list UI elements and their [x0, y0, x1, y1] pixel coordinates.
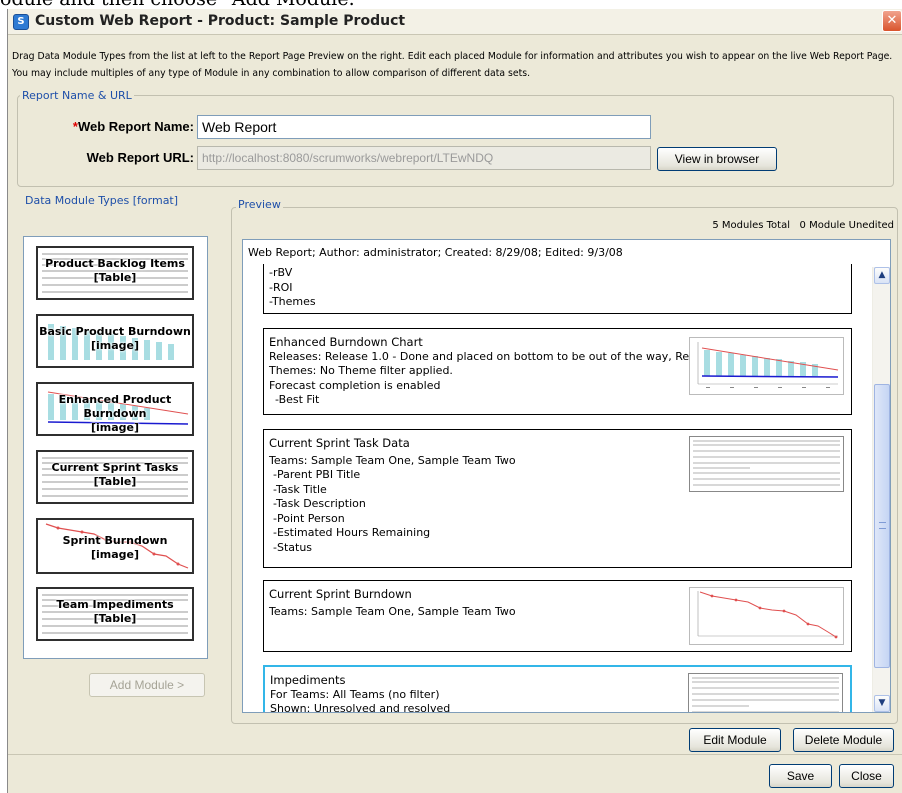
module-card-text: Current Sprint Burndown Teams: Sample Te… [269, 587, 516, 618]
module-card-text: Impediments For Teams: All Teams (no fil… [270, 673, 451, 713]
module-type-label: Sprint Burndown [image] [62, 534, 168, 561]
task-table-thumbnail [689, 436, 844, 492]
module-type-basic-product-burndown[interactable]: Basic Product Burndown [image] [36, 314, 194, 368]
chart-thumbnail-icon [697, 591, 838, 639]
close-button[interactable]: Close [839, 764, 894, 788]
sprint-burndown-thumbnail [689, 587, 844, 645]
web-report-url-label: Web Report URL: [86, 150, 194, 165]
view-in-browser-button[interactable]: View in browser [657, 147, 777, 171]
data-module-types-label: Data Module Types [format] [25, 194, 179, 207]
custom-web-report-dialog: S Custom Web Report - Product: Sample Pr… [7, 9, 902, 793]
module-type-label: Basic Product Burndown [image] [39, 325, 191, 352]
enhanced-burndown-thumbnail [689, 337, 844, 395]
web-report-name-label: *Web Report Name: [72, 119, 194, 134]
impediments-table-thumbnail [688, 673, 843, 712]
module-type-product-backlog-items[interactable]: Product Backlog Items [Table] [36, 246, 194, 300]
grip-icon [879, 522, 886, 529]
delete-module-button[interactable]: Delete Module [793, 728, 894, 752]
module-card-impediments[interactable]: Impediments For Teams: All Teams (no fil… [263, 665, 852, 713]
module-type-label: Team Impediments [Table] [56, 598, 174, 625]
module-type-current-sprint-tasks[interactable]: Current Sprint Tasks [Table] [36, 450, 194, 504]
report-name-url-label: Report Name & URL [20, 89, 134, 102]
module-card-text: Current Sprint Task Data Teams: Sample T… [269, 436, 516, 554]
web-report-url-field: http://localhost:8080/scrumworks/webrepo… [197, 146, 651, 170]
document-text-fragment: odule and then choose "Add Module." [0, 0, 902, 10]
title-bar: S Custom Web Report - Product: Sample Pr… [8, 9, 902, 35]
module-type-sprint-burndown[interactable]: Sprint Burndown [image] [36, 518, 194, 574]
add-module-button[interactable]: Add Module > [89, 673, 205, 697]
module-type-list: Product Backlog Items [Table] Basic Produ… [23, 236, 208, 659]
preview-label: Preview [236, 198, 283, 211]
module-card-rbv-roi-themes[interactable]: -rBV -ROI -Themes [263, 264, 852, 314]
module-card-text: -rBV -ROI -Themes [269, 266, 316, 308]
module-card-text: Enhanced Burndown Chart Releases: Releas… [269, 335, 729, 406]
app-icon: S [13, 14, 29, 30]
web-report-name-input[interactable]: Web Report [197, 115, 651, 139]
module-card-enhanced-burndown-chart[interactable]: Enhanced Burndown Chart Releases: Releas… [263, 328, 852, 415]
module-type-team-impediments[interactable]: Team Impediments [Table] [36, 587, 194, 641]
report-header: Web Report; Author: administrator; Creat… [248, 246, 623, 259]
instructions-text: Drag Data Module Types from the list at … [12, 51, 893, 79]
module-card-current-sprint-task-data[interactable]: Current Sprint Task Data Teams: Sample T… [263, 429, 852, 568]
module-type-label: Product Backlog Items [Table] [45, 257, 185, 284]
module-card-current-sprint-burndown[interactable]: Current Sprint Burndown Teams: Sample Te… [263, 580, 852, 652]
divider [8, 754, 902, 755]
module-type-label: Enhanced Product Burndown [image] [58, 393, 172, 434]
module-counts: 5 Modules Total 0 Module Unedited [712, 220, 894, 231]
scroll-up-icon[interactable]: ▲ [874, 267, 890, 284]
scroll-thumb[interactable] [874, 384, 890, 668]
report-name-url-group [17, 95, 894, 187]
module-type-enhanced-product-burndown[interactable]: Enhanced Product Burndown [image] [36, 382, 194, 436]
table-thumbnail-icon [693, 440, 840, 486]
modules-unedited: 0 Module Unedited [799, 220, 894, 231]
edit-module-button[interactable]: Edit Module [689, 728, 781, 752]
window-title: Custom Web Report - Product: Sample Prod… [35, 13, 406, 29]
close-icon[interactable]: ✕ [882, 10, 902, 32]
chart-thumbnail-icon [697, 342, 839, 388]
save-button[interactable]: Save [769, 764, 832, 788]
module-type-label: Current Sprint Tasks [Table] [51, 461, 179, 488]
modules-total: 5 Modules Total [712, 220, 790, 231]
report-preview-pane[interactable]: Web Report; Author: administrator; Creat… [242, 239, 891, 713]
preview-scrollbar[interactable]: ▲ ▼ [872, 267, 890, 712]
scroll-down-icon[interactable]: ▼ [874, 695, 890, 712]
table-thumbnail-icon [692, 677, 839, 712]
